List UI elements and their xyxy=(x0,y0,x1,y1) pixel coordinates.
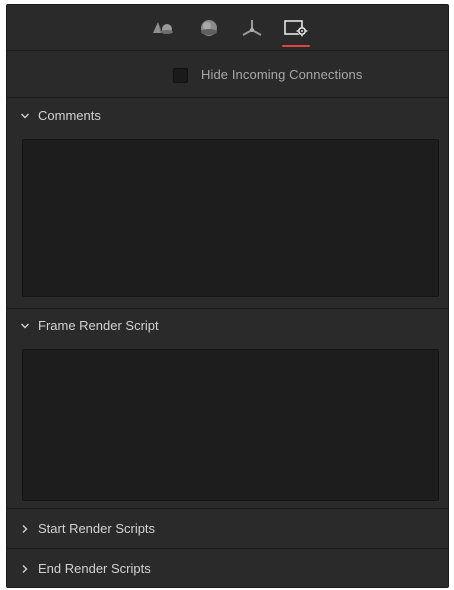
active-tab-indicator xyxy=(282,45,310,47)
inspector-tab-bar xyxy=(7,5,448,51)
end-render-scripts-section: End Render Scripts xyxy=(7,549,448,587)
frame-render-script-header[interactable]: Frame Render Script xyxy=(7,309,448,343)
frame-render-script-textarea[interactable] xyxy=(22,349,439,501)
transform-axes-icon xyxy=(242,20,262,36)
chevron-down-icon xyxy=(21,113,29,119)
start-render-scripts-section: Start Render Scripts xyxy=(7,509,448,549)
frame-render-script-section: Frame Render Script xyxy=(7,309,448,509)
hide-incoming-connections-label: Hide Incoming Connections xyxy=(201,67,363,82)
comments-textarea[interactable] xyxy=(22,139,439,297)
end-render-scripts-title: End Render Scripts xyxy=(38,561,151,576)
inspector-panel: Hide Incoming Connections Comments Frame… xyxy=(6,4,449,588)
chevron-down-icon xyxy=(21,323,29,329)
end-render-scripts-header[interactable]: End Render Scripts xyxy=(7,549,448,587)
comments-title: Comments xyxy=(38,108,101,123)
tab-settings[interactable] xyxy=(279,13,313,47)
comments-header[interactable]: Comments xyxy=(7,99,448,133)
chevron-right-icon xyxy=(22,565,28,573)
material-sphere-icon xyxy=(201,20,217,36)
hide-connections-row: Hide Incoming Connections xyxy=(7,52,448,98)
chevron-right-icon xyxy=(22,525,28,533)
tab-shapes[interactable] xyxy=(146,13,180,43)
shapes-icon xyxy=(153,22,173,34)
tab-transform[interactable] xyxy=(235,13,269,43)
tab-materials[interactable] xyxy=(192,13,226,43)
frame-render-script-title: Frame Render Script xyxy=(38,318,159,333)
start-render-scripts-title: Start Render Scripts xyxy=(38,521,156,536)
start-render-scripts-header[interactable]: Start Render Scripts xyxy=(7,509,448,549)
hide-incoming-connections-checkbox[interactable] xyxy=(173,68,188,83)
comments-section: Comments xyxy=(7,99,448,309)
settings-icon xyxy=(284,20,308,37)
